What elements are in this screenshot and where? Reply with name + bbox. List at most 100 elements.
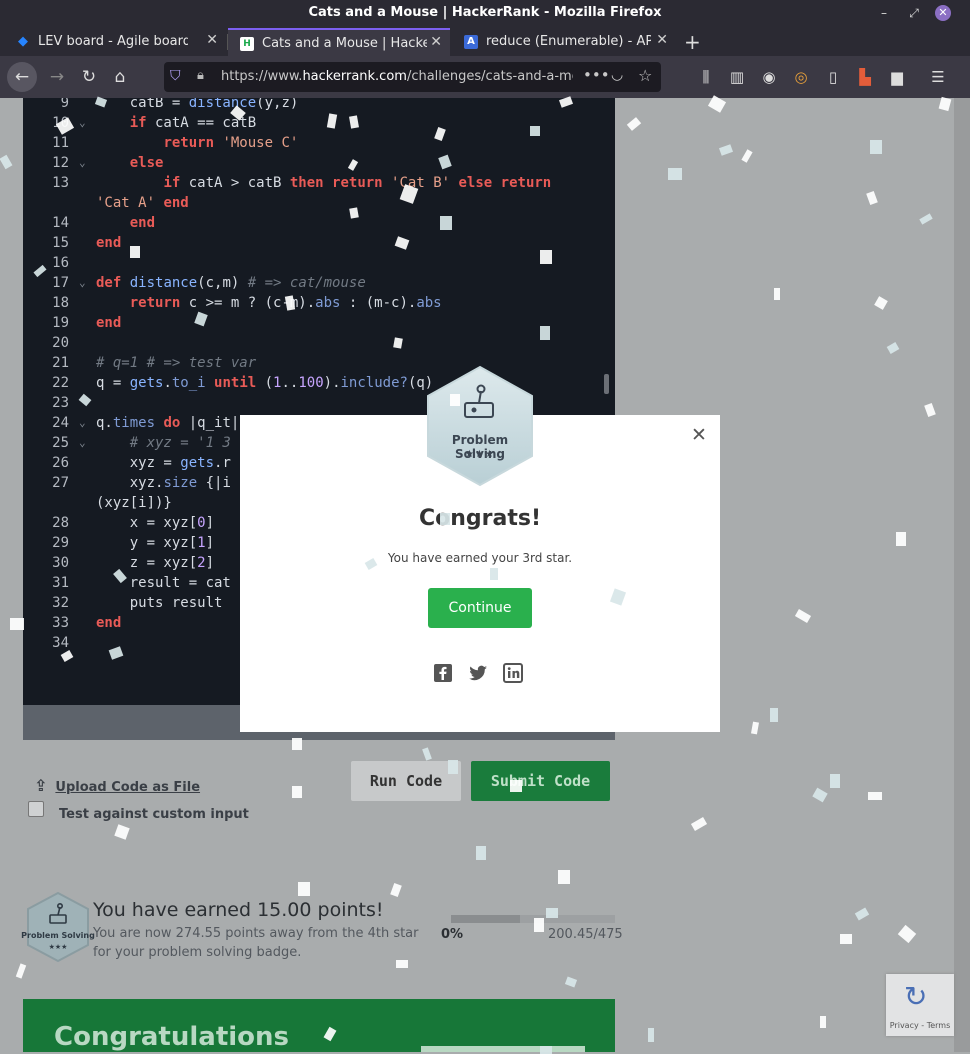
address-bar[interactable]: ⛉ 🔒︎ https://www.hackerrank.com/challeng… — [164, 62, 661, 92]
code-text: puts result — [96, 595, 223, 611]
fold-chevron-icon[interactable]: ⌄ — [79, 436, 86, 449]
tracking-shield-icon[interactable]: ⛉ — [170, 68, 181, 84]
maximize-icon[interactable]: ⤢ — [906, 5, 922, 21]
badge-stars: ★★★ — [48, 943, 68, 951]
modal-title: Congrats! — [418, 506, 541, 531]
tab-close-icon[interactable]: ✕ — [656, 32, 668, 48]
menu-icon[interactable]: ☰ — [928, 68, 948, 86]
minimize-icon[interactable]: – — [876, 5, 892, 21]
code-text: if catA == catB — [129, 115, 257, 131]
tab-close-icon[interactable]: ✕ — [430, 34, 442, 50]
page-actions-icon[interactable]: ••• — [583, 66, 610, 84]
earned-points-title: You have earned 15.00 points! — [93, 899, 384, 921]
line-number: 24 — [52, 415, 69, 431]
linkedin-icon[interactable] — [503, 663, 523, 683]
line-number: 11 — [52, 135, 69, 151]
extension-flag-icon[interactable]: ▙ — [855, 68, 875, 86]
reload-icon[interactable]: ↻ — [74, 62, 104, 92]
line-number: 10 — [52, 115, 69, 131]
code-text: xyz.size {|i — [96, 475, 231, 491]
account-icon[interactable]: ◉ — [759, 68, 779, 86]
line-number: 14 — [52, 215, 69, 231]
window-close-icon[interactable]: ✕ — [935, 5, 951, 21]
facebook-icon[interactable] — [433, 663, 453, 683]
upload-code-link[interactable]: ⇪ Upload Code as File — [34, 776, 200, 795]
back-arrow-icon[interactable]: ← — [7, 62, 37, 92]
code-text: return 'Mouse C' — [163, 135, 299, 151]
line-number: 15 — [52, 235, 69, 251]
badge-hexagon — [27, 891, 89, 963]
congratulations-banner: Congratulations — [23, 999, 615, 1052]
line-number: 27 — [52, 475, 69, 491]
page-right-edge — [954, 98, 970, 1052]
code-text: if catA > catB then return 'Cat B' else … — [163, 175, 552, 191]
badge-hexagon — [427, 365, 533, 487]
line-number: 18 — [52, 295, 69, 311]
submit-code-button[interactable]: Submit Code — [471, 761, 610, 801]
library-icon[interactable]: ⫼ — [696, 68, 716, 86]
sidebar-icon[interactable]: ▥ — [727, 68, 747, 86]
line-number: 26 — [52, 455, 69, 471]
code-text: def distance(c,m) # => cat/mouse — [96, 275, 366, 291]
fold-chevron-icon[interactable]: ⌄ — [79, 156, 86, 169]
fold-chevron-icon[interactable]: ⌄ — [79, 116, 86, 129]
run-code-button[interactable]: Run Code — [351, 761, 461, 801]
home-icon[interactable]: ⌂ — [105, 62, 135, 92]
tab-strip: ◆ LEV board - Agile board - Jira ✕ H Cat… — [0, 28, 970, 56]
problem-solving-badge: Problem Solving ★★★ — [425, 365, 535, 487]
tab-jira[interactable]: ◆ LEV board - Agile board - Jira ✕ — [4, 28, 226, 56]
line-number: 22 — [52, 375, 69, 391]
tab-apidock[interactable]: A reduce (Enumerable) - APIdock ✕ — [452, 28, 676, 56]
url-text[interactable]: https://www.hackerrank.com/challenges/ca… — [221, 69, 573, 84]
responsive-view-icon[interactable]: ▯ — [823, 68, 843, 86]
page-content: 9 catB = distance(y,z) 10 ⌄ if catA == cat… — [0, 98, 970, 1052]
extension-chat-icon[interactable]: ▆ — [887, 68, 907, 86]
line-number: 31 — [52, 575, 69, 591]
line-number: 20 — [52, 335, 69, 351]
custom-input-checkbox[interactable] — [28, 801, 44, 817]
pocket-icon[interactable]: ◡ — [611, 67, 623, 83]
recaptcha-badge[interactable]: ↻ Privacy - Terms — [886, 974, 954, 1036]
forward-arrow-icon[interactable]: → — [42, 62, 72, 92]
tab-label: reduce (Enumerable) - APIdock — [486, 34, 651, 49]
line-number: 33 — [52, 615, 69, 631]
badge-stars: ★★★ — [465, 449, 495, 460]
progress-fill — [451, 915, 520, 923]
fold-chevron-icon[interactable]: ⌄ — [79, 416, 86, 429]
code-text: # q=1 # => test var — [96, 355, 257, 371]
editor-scrollbar[interactable] — [604, 374, 609, 394]
custom-input-label: Test against custom input — [59, 807, 249, 822]
twitter-icon[interactable] — [468, 663, 488, 683]
line-number: 21 — [52, 355, 69, 371]
window-titlebar: Cats and a Mouse | HackerRank - Mozilla … — [0, 0, 970, 28]
line-number: 28 — [52, 515, 69, 531]
fold-chevron-icon[interactable]: ⌄ — [79, 276, 86, 289]
line-number: 32 — [52, 595, 69, 611]
line-number: 25 — [52, 435, 69, 451]
tab-hackerrank[interactable]: H Cats and a Mouse | HackerRank ✕ — [228, 28, 450, 56]
upload-label: Upload Code as File — [55, 780, 201, 795]
jira-icon: ◆ — [18, 34, 28, 49]
hackerrank-icon: H — [240, 37, 254, 51]
new-tab-icon[interactable]: + — [684, 30, 701, 54]
continue-button[interactable]: Continue — [428, 588, 532, 628]
badge-label: Problem Solving — [21, 931, 95, 940]
tab-close-icon[interactable]: ✕ — [206, 32, 218, 48]
code-text: y = xyz[1] — [96, 535, 215, 551]
bookmark-star-icon[interactable]: ☆ — [638, 66, 652, 85]
code-text: catB = distance(y,z) — [96, 98, 299, 111]
code-text: z = xyz[2] — [96, 555, 215, 571]
recaptcha-text[interactable]: Privacy - Terms — [886, 1021, 954, 1030]
recaptcha-icon: ↻ — [904, 980, 928, 1013]
code-text: xyz = gets.r — [96, 455, 231, 471]
lock-icon[interactable]: 🔒︎ — [197, 68, 204, 83]
code-text: end — [96, 235, 122, 251]
tab-label: LEV board - Agile board - Jira — [38, 34, 188, 49]
close-icon[interactable]: ✕ — [691, 424, 707, 446]
navigation-toolbar: ← → ↻ ⌂ ⛉ 🔒︎ https://www.hackerrank.com/… — [0, 56, 970, 98]
code-text: end — [96, 615, 122, 631]
extension-owl-icon[interactable]: ◎ — [791, 68, 811, 86]
progress-percent: 0% — [441, 927, 464, 942]
line-number: 23 — [52, 395, 69, 411]
progress-points: 200.45/475 — [548, 927, 623, 942]
